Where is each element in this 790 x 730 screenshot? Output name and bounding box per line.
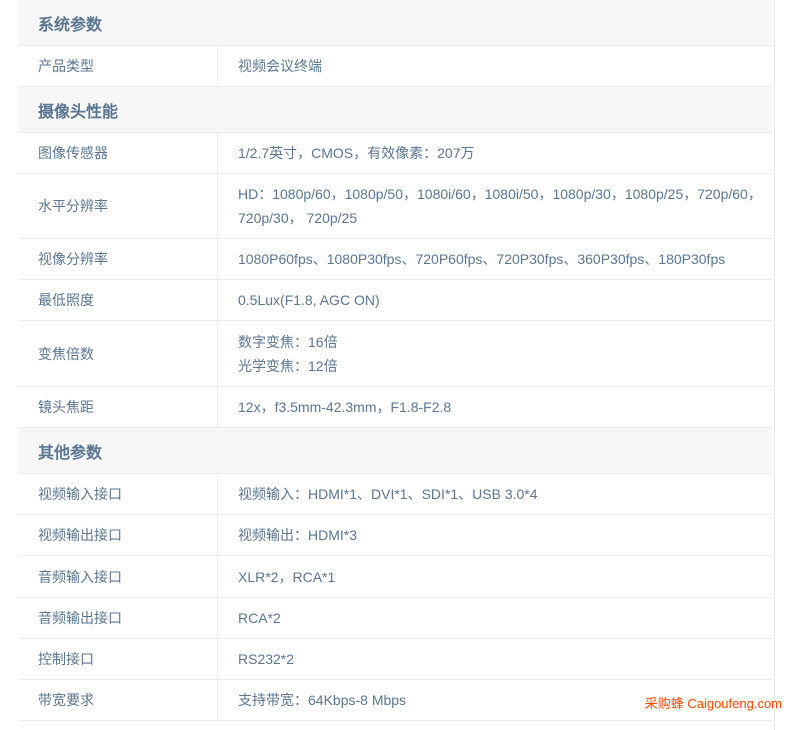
table-right-border [774, 0, 775, 730]
row-value: 视频输入：HDMI*1、DVI*1、SDI*1、USB 3.0*4 [238, 486, 538, 502]
row-label: 带宽要求 [18, 680, 218, 720]
row-value: HD：1080p/60，1080p/50，1080i/60，1080i/50，1… [218, 174, 772, 238]
table-row: 图像传感器 1/2.7英寸，CMOS，有效像素：207万 [18, 133, 772, 174]
row-label: 控制接口 [18, 639, 218, 679]
row-label: 镜头焦距 [18, 387, 218, 427]
row-value: 0.5Lux(F1.8, AGC ON) [238, 292, 380, 308]
row-value: RS232*2 [238, 651, 295, 667]
row-label: 视频输出接口 [18, 515, 218, 555]
row-label: 音频输出接口 [18, 598, 218, 638]
section-header-system: 系统参数 [18, 0, 772, 46]
table-row: 产品类型 视频会议终端 [18, 46, 772, 87]
row-label: 水平分辨率 [18, 174, 218, 238]
value-line: 720p/30， 720p/25 [238, 210, 358, 226]
row-value: 1080P60fps、1080P30fps、720P60fps、720P30fp… [238, 251, 726, 267]
spec-page: 系统参数 产品类型 视频会议终端 摄像头性能 图像传感器 1/2.7英寸，CMO… [0, 0, 790, 730]
table-row: 水平分辨率 HD：1080p/60，1080p/50，1080i/60，1080… [18, 174, 772, 239]
row-value: 视频输出：HDMI*3 [238, 527, 358, 543]
row-label: 视像分辨率 [18, 239, 218, 279]
table-row: 视像分辨率 1080P60fps、1080P30fps、720P60fps、72… [18, 239, 772, 280]
row-value: 12x，f3.5mm-42.3mm，F1.8-F2.8 [238, 399, 452, 415]
row-label: 产品类型 [18, 46, 218, 86]
value-line: 光学变焦：12倍 [238, 357, 338, 374]
watermark: 采购蜂 Caigoufeng.com [644, 696, 782, 711]
row-value: 数字变焦：16倍 光学变焦：12倍 [218, 321, 772, 386]
section-header-other: 其他参数 [18, 428, 772, 474]
section-header-camera: 摄像头性能 [18, 87, 772, 133]
spec-table: 系统参数 产品类型 视频会议终端 摄像头性能 图像传感器 1/2.7英寸，CMO… [18, 0, 772, 721]
row-value: RCA*2 [238, 610, 281, 626]
row-value: 视频会议终端 [238, 58, 322, 74]
row-label: 变焦倍数 [18, 321, 218, 386]
table-row: 视频输出接口 视频输出：HDMI*3 [18, 515, 772, 556]
table-row: 控制接口 RS232*2 [18, 639, 772, 680]
value-line: 数字变焦：16倍 [238, 333, 338, 350]
row-label: 图像传感器 [18, 133, 218, 173]
table-row: 镜头焦距 12x，f3.5mm-42.3mm，F1.8-F2.8 [18, 387, 772, 428]
value-line: HD：1080p/60，1080p/50，1080i/60，1080i/50，1… [238, 186, 762, 202]
table-row: 音频输出接口 RCA*2 [18, 598, 772, 639]
row-value: XLR*2，RCA*1 [238, 568, 336, 585]
table-row: 音频输入接口 XLR*2，RCA*1 [18, 556, 772, 598]
row-label: 视频输入接口 [18, 474, 218, 514]
table-row: 最低照度 0.5Lux(F1.8, AGC ON) [18, 280, 772, 321]
row-value: 1/2.7英寸，CMOS，有效像素：207万 [238, 145, 475, 161]
row-label: 最低照度 [18, 280, 218, 320]
row-label: 音频输入接口 [18, 556, 218, 597]
table-row: 变焦倍数 数字变焦：16倍 光学变焦：12倍 [18, 321, 772, 387]
table-row: 视频输入接口 视频输入：HDMI*1、DVI*1、SDI*1、USB 3.0*4 [18, 474, 772, 515]
